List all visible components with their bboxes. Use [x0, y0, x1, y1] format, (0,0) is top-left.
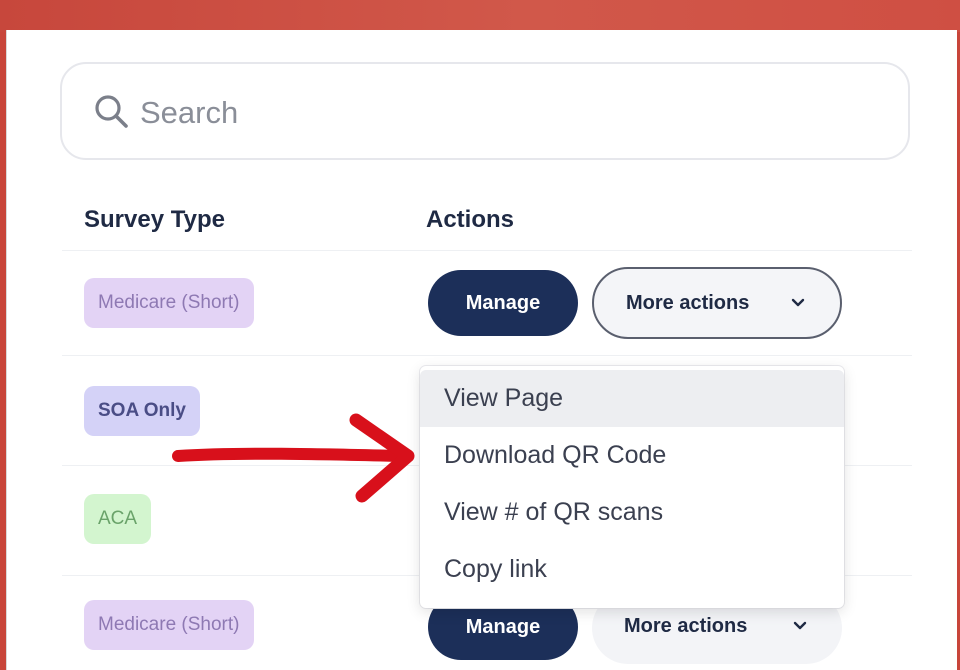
- manage-button[interactable]: Manage: [428, 270, 578, 336]
- row-divider: [62, 355, 912, 356]
- column-header-survey-type[interactable]: Survey Type: [84, 206, 225, 234]
- more-actions-label: More actions: [624, 615, 748, 637]
- menu-item-download-qr-code[interactable]: Download QR Code: [420, 427, 844, 484]
- window-top-bar: [0, 0, 960, 32]
- more-actions-label: More actions: [626, 292, 750, 314]
- menu-item-copy-link[interactable]: Copy link: [420, 541, 844, 598]
- survey-type-badge: ACA: [84, 494, 152, 544]
- search-input[interactable]: [138, 86, 882, 140]
- column-header-actions: Actions: [426, 206, 515, 233]
- survey-type-badge: Medicare (Short): [84, 278, 254, 328]
- row-divider: [62, 250, 912, 251]
- search-icon: [95, 95, 128, 128]
- chevron-down-icon: [793, 621, 807, 630]
- survey-type-badge: Medicare (Short): [84, 600, 254, 650]
- more-actions-menu: View Page Download QR Code View # of QR …: [420, 366, 844, 608]
- annotation-arrow-icon: [172, 413, 415, 503]
- chevron-down-icon: [791, 298, 805, 307]
- more-actions-button[interactable]: More actions: [592, 267, 842, 339]
- menu-item-view-page[interactable]: View Page: [420, 370, 844, 427]
- search-box[interactable]: [60, 62, 910, 160]
- menu-item-view-qr-scans[interactable]: View # of QR scans: [420, 484, 844, 541]
